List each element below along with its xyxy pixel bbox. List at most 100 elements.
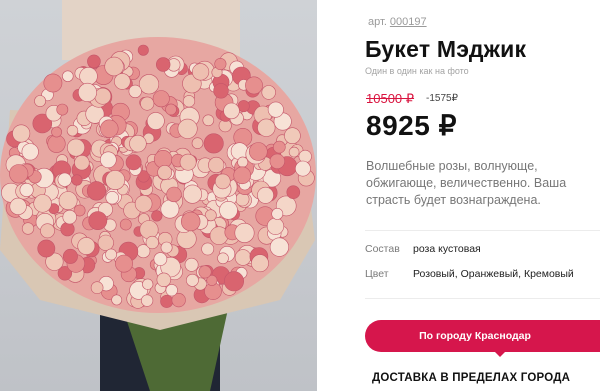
rose <box>146 112 165 130</box>
rose <box>215 173 231 190</box>
rose <box>224 271 245 292</box>
rose <box>219 201 238 220</box>
rose <box>79 66 98 86</box>
rose <box>271 207 284 220</box>
rose <box>151 210 163 222</box>
rose <box>233 166 251 185</box>
sku-label: арт. <box>368 16 387 28</box>
prop-composition-value: роза кустовая <box>413 243 481 255</box>
rose <box>251 254 269 273</box>
rose <box>179 153 197 171</box>
rose <box>201 242 215 256</box>
rose <box>157 164 173 180</box>
rose <box>88 211 108 231</box>
rose <box>60 222 75 237</box>
rose <box>56 103 69 116</box>
rose <box>62 248 78 264</box>
rose <box>58 191 78 211</box>
sku: арт. 000197 <box>368 16 427 28</box>
rose <box>94 87 112 105</box>
rose <box>77 237 96 255</box>
rose <box>21 222 35 235</box>
rose <box>104 56 124 77</box>
rose <box>97 234 114 251</box>
rose <box>67 138 86 157</box>
rose <box>37 239 56 258</box>
caret-down-icon <box>494 351 506 357</box>
current-price: 8925 ₽ <box>366 110 457 141</box>
rose <box>34 95 46 107</box>
rose <box>166 186 182 203</box>
discount-badge: -1575₽ <box>426 93 458 104</box>
rose <box>165 103 177 116</box>
rose <box>248 142 268 161</box>
rose <box>105 191 119 205</box>
product-description: Волшебные розы, волнующе, обжигающе, вел… <box>366 159 567 207</box>
rose <box>71 174 83 186</box>
rose <box>21 143 39 161</box>
rose <box>234 222 255 243</box>
rose <box>272 140 286 154</box>
product-info: арт. 000197 Букет Мэджик Один в один как … <box>365 0 600 391</box>
rose <box>165 284 178 297</box>
rose <box>208 156 225 174</box>
rose <box>9 164 29 184</box>
rose <box>245 76 263 95</box>
rose <box>142 278 154 290</box>
rose <box>138 74 160 95</box>
rose <box>152 90 170 108</box>
rose <box>202 114 215 127</box>
rose <box>111 294 123 306</box>
rose <box>198 265 212 279</box>
product-photo[interactable] <box>0 0 317 391</box>
rose <box>261 85 276 100</box>
rose <box>57 172 72 187</box>
prop-color-label: Цвет <box>365 268 389 280</box>
rose <box>160 241 173 254</box>
rose <box>160 294 174 308</box>
rose <box>156 272 172 287</box>
rose <box>230 142 249 160</box>
rose <box>100 119 119 138</box>
rose <box>87 54 101 69</box>
rose <box>294 160 311 177</box>
rose <box>114 73 131 90</box>
rose <box>47 134 66 153</box>
rose <box>141 294 154 307</box>
rose <box>298 149 312 164</box>
rose <box>66 124 79 137</box>
rose <box>128 84 142 98</box>
rose <box>234 249 252 266</box>
rose <box>284 127 301 144</box>
product-title: Букет Мэджик <box>365 36 527 62</box>
rose <box>90 281 104 295</box>
rose <box>184 257 199 272</box>
rose <box>192 63 210 81</box>
rose <box>9 197 27 215</box>
rose <box>62 209 77 225</box>
prop-color-value: Розовый, Оранжевый, Кремовый <box>413 268 574 280</box>
rose <box>105 170 126 191</box>
sku-code[interactable]: 000197 <box>390 16 427 28</box>
rose <box>62 70 74 82</box>
rose <box>125 154 142 171</box>
divider <box>365 298 600 299</box>
rose <box>182 95 196 108</box>
rose <box>139 220 159 240</box>
rose <box>237 100 250 113</box>
city-delivery-button[interactable]: По городу Краснодар <box>365 320 600 352</box>
rose <box>19 183 34 198</box>
divider <box>365 230 600 231</box>
old-price: 10500 ₽ <box>366 91 415 106</box>
rose <box>105 248 117 261</box>
rose <box>223 102 240 120</box>
rose <box>74 155 90 171</box>
rose <box>183 184 203 204</box>
rose <box>40 223 55 239</box>
rose <box>191 137 204 149</box>
rose <box>156 57 171 72</box>
rose <box>137 44 149 56</box>
rose <box>145 235 159 250</box>
rose <box>134 195 153 213</box>
rose <box>237 156 249 168</box>
